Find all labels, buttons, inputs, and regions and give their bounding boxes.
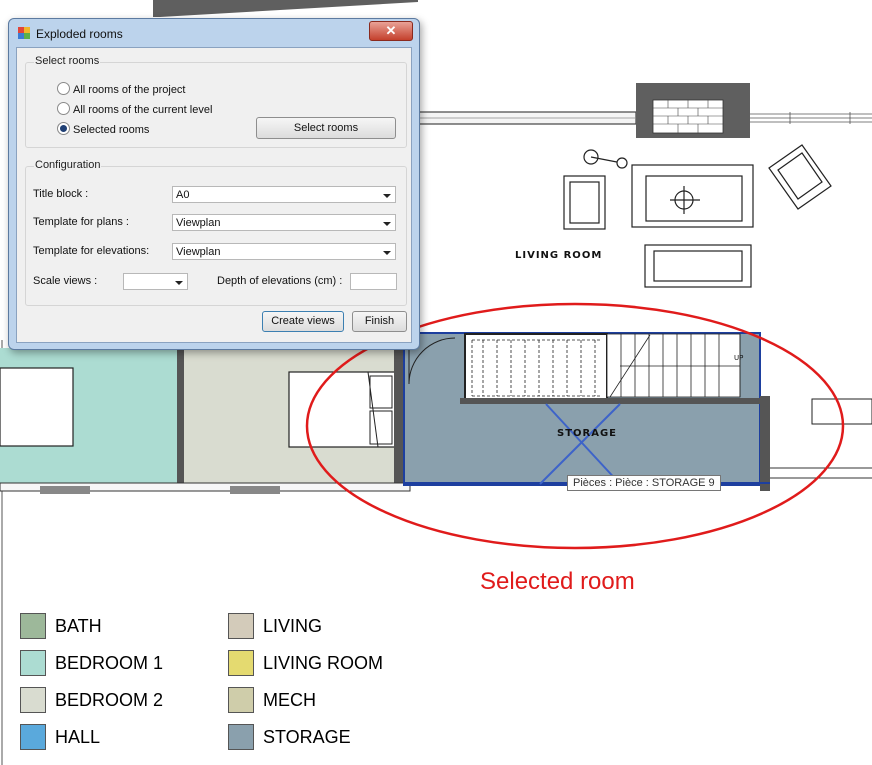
- legend-swatch: [20, 687, 46, 713]
- depth-elevations-input[interactable]: [350, 273, 397, 290]
- scale-views-select[interactable]: [123, 273, 188, 290]
- create-views-button[interactable]: Create views: [262, 311, 344, 332]
- legend-swatch: [228, 613, 254, 639]
- depth-elevations-label: Depth of elevations (cm) :: [217, 275, 343, 287]
- legend-label: MECH: [263, 690, 316, 710]
- room-tooltip: Pièces : Pièce : STORAGE 9: [567, 475, 721, 491]
- app-icon: [18, 27, 30, 39]
- living-room-label: LIVING ROOM: [515, 250, 602, 261]
- legend-swatch: [20, 650, 46, 676]
- radio-selected-rooms[interactable]: Selected rooms: [57, 122, 149, 136]
- legend-label: BEDROOM 2: [55, 690, 164, 710]
- elevations-template-value: Viewplan: [176, 246, 221, 258]
- radio-button-selected-icon: [57, 122, 70, 135]
- chevron-down-icon: [383, 222, 391, 226]
- stair-landing: [464, 333, 608, 402]
- elevations-template-label: Template for elevations:: [33, 245, 150, 257]
- top-wall-fragment: [153, 0, 418, 17]
- close-button[interactable]: ✕: [369, 21, 413, 41]
- chevron-down-icon: [175, 281, 183, 285]
- chevron-down-icon: [383, 251, 391, 255]
- legend-label: BEDROOM 1: [55, 653, 164, 673]
- radio-label: All rooms of the project: [73, 84, 186, 96]
- radio-current-level[interactable]: All rooms of the current level: [57, 102, 212, 116]
- dialog-client-area: Select rooms All rooms of the project Al…: [16, 47, 412, 343]
- scale-views-label: Scale views :: [33, 275, 98, 287]
- legend-label: STORAGE: [263, 727, 351, 747]
- selected-room-annotation: Selected room: [480, 568, 635, 595]
- radio-label: Selected rooms: [73, 124, 150, 136]
- select-rooms-group-title: Select rooms: [34, 55, 101, 67]
- title-block-label: Title block :: [33, 188, 89, 200]
- plans-template-value: Viewplan: [176, 217, 221, 229]
- legend-label: LIVING ROOM: [263, 653, 384, 673]
- legend-swatch: [228, 687, 254, 713]
- legend-swatch: [20, 724, 46, 750]
- plans-template-label: Template for plans :: [33, 216, 129, 228]
- configuration-group-title: Configuration: [34, 159, 102, 171]
- legend-label: LIVING: [263, 616, 323, 636]
- title-block-value: A0: [176, 189, 190, 201]
- plans-template-select[interactable]: Viewplan: [172, 214, 396, 231]
- storage-label: STORAGE: [557, 428, 617, 439]
- title-block-select[interactable]: A0: [172, 186, 396, 203]
- legend-label: HALL: [55, 727, 101, 747]
- dialog-titlebar[interactable]: Exploded rooms ✕: [9, 19, 419, 47]
- elevations-template-select[interactable]: Viewplan: [172, 243, 396, 260]
- legend-label: BATH: [55, 616, 102, 636]
- radio-button-icon: [57, 82, 70, 95]
- stair-up-label: UP: [734, 354, 743, 362]
- legend-swatch: [228, 724, 254, 750]
- finish-button[interactable]: Finish: [352, 311, 407, 332]
- radio-label: All rooms of the current level: [73, 104, 213, 116]
- radio-button-icon: [57, 102, 70, 115]
- radio-all-project[interactable]: All rooms of the project: [57, 82, 186, 96]
- living-room-furniture: [563, 144, 832, 288]
- dialog-title: Exploded rooms: [36, 27, 123, 41]
- select-rooms-button[interactable]: Select rooms: [256, 117, 396, 139]
- exploded-rooms-dialog: Exploded rooms ✕ Select rooms All rooms …: [8, 18, 420, 350]
- legend-swatch: [228, 650, 254, 676]
- chevron-down-icon: [383, 194, 391, 198]
- legend-swatch: [20, 613, 46, 639]
- bed-left: [0, 367, 74, 447]
